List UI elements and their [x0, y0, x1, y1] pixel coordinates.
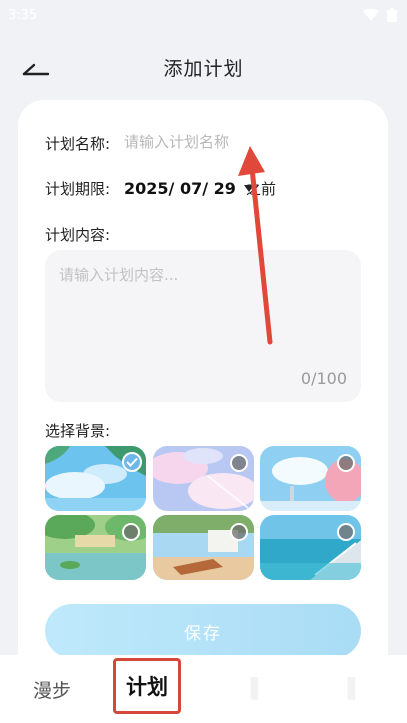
background-option-sky-trees[interactable] — [45, 446, 146, 511]
status-bar: 3:35 — [0, 0, 407, 30]
tab-fourth-obscured: ▌ — [347, 678, 363, 700]
header: 添加计划 — [0, 44, 407, 88]
tab-third[interactable]: ▌ — [228, 655, 288, 723]
selected-check-icon — [122, 452, 142, 472]
unselected-radio-icon — [229, 523, 248, 541]
background-option-pink-clouds[interactable] — [152, 446, 254, 511]
background-option-sakura-sky[interactable] — [260, 446, 361, 511]
plan-name-label: 计划名称: — [45, 135, 111, 153]
background-grid — [45, 446, 361, 580]
plan-name-input[interactable] — [124, 130, 354, 154]
plan-content-textarea[interactable] — [59, 264, 349, 364]
tab-third-obscured: ▌ — [250, 678, 266, 700]
content-char-counter: 0/100 — [300, 369, 347, 388]
background-label: 选择背景: — [45, 422, 111, 440]
tab-fourth[interactable]: ▌ — [325, 655, 385, 723]
status-time: 3:35 — [8, 7, 38, 23]
tab-walk[interactable]: 漫步 — [18, 655, 86, 723]
deadline-date-select[interactable]: 2025/ 07/ 29 — [124, 176, 254, 200]
deadline-date-value: 2025/ 07/ 29 — [124, 178, 236, 198]
status-icons — [363, 8, 397, 22]
battery-icon — [387, 8, 397, 22]
background-option-garden-pond[interactable] — [45, 515, 146, 580]
wifi-icon — [363, 9, 379, 21]
deadline-suffix: 之前 — [246, 180, 277, 198]
unselected-radio-icon — [229, 454, 248, 472]
background-option-balcony-chair[interactable] — [152, 515, 254, 580]
unselected-radio-icon — [337, 523, 355, 541]
unselected-radio-icon — [337, 454, 355, 472]
page-title: 添加计划 — [163, 58, 244, 80]
background-option-seaside-stairs[interactable] — [260, 515, 361, 580]
content-label: 计划内容: — [45, 226, 111, 244]
tab-plan[interactable]: 计划 — [113, 658, 181, 714]
content-box: 0/100 — [45, 250, 361, 402]
save-button[interactable]: 保存 — [45, 604, 361, 658]
deadline-label: 计划期限: — [45, 180, 111, 198]
bottom-tab-bar: 漫步 计划 ▌ ▌ — [0, 655, 407, 723]
unselected-radio-icon — [122, 523, 140, 541]
